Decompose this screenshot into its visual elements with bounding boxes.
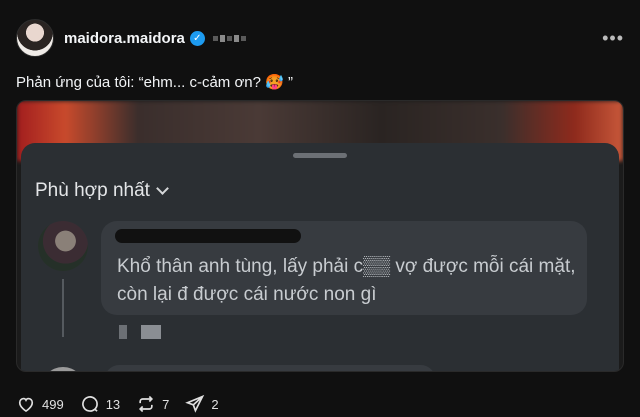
sort-selector: Phù hợp nhất: [35, 180, 169, 202]
share-button[interactable]: 2: [185, 394, 219, 414]
verified-icon: ✓: [189, 30, 205, 46]
post-caption: Phản ứng của tôi: “ehm... c-cảm ơn? 🥵 ”: [16, 74, 293, 91]
next-comment-bubble: [105, 365, 435, 371]
comment-bubble: Khổ thân anh tùng, lấy phải c▒▒ vợ được …: [101, 221, 587, 315]
comment-text: Khổ thân anh tùng, lấy phải c▒▒ vợ được …: [117, 256, 576, 305]
pixelated-timestamp: [212, 34, 246, 42]
author-username[interactable]: maidora.maidora: [64, 30, 185, 47]
more-icon[interactable]: •••: [602, 28, 624, 49]
comment-count: 13: [105, 396, 121, 412]
thread-line: [62, 279, 64, 337]
post-media-screenshot[interactable]: Phù hợp nhất Khổ thân anh tùng, lấy phải…: [16, 100, 624, 372]
repost-button[interactable]: 7: [136, 394, 169, 414]
comment-icon: [81, 396, 98, 412]
chevron-down-icon: [156, 182, 169, 195]
like-count: 499: [42, 396, 64, 412]
comments-sheet: Phù hợp nhất Khổ thân anh tùng, lấy phải…: [21, 143, 619, 371]
author-avatar[interactable]: [16, 19, 54, 57]
commenter-avatar: [38, 221, 88, 271]
heart-icon: [18, 397, 34, 413]
like-button[interactable]: 499: [16, 394, 64, 414]
comment-button[interactable]: 13: [80, 394, 120, 414]
post-actions: 499 13 7 2: [16, 394, 235, 414]
repost-count: 7: [162, 396, 170, 412]
sort-label: Phù hợp nhất: [35, 180, 150, 201]
repost-icon: [139, 395, 154, 413]
pixelated-comment-meta: [119, 325, 161, 339]
share-count: 2: [211, 396, 219, 412]
redacted-commenter-name: [115, 229, 301, 243]
post-header: maidora.maidora ✓ •••: [16, 18, 624, 58]
share-icon: [185, 394, 205, 413]
sheet-grabber: [293, 153, 347, 158]
next-commenter-avatar: [41, 367, 85, 371]
